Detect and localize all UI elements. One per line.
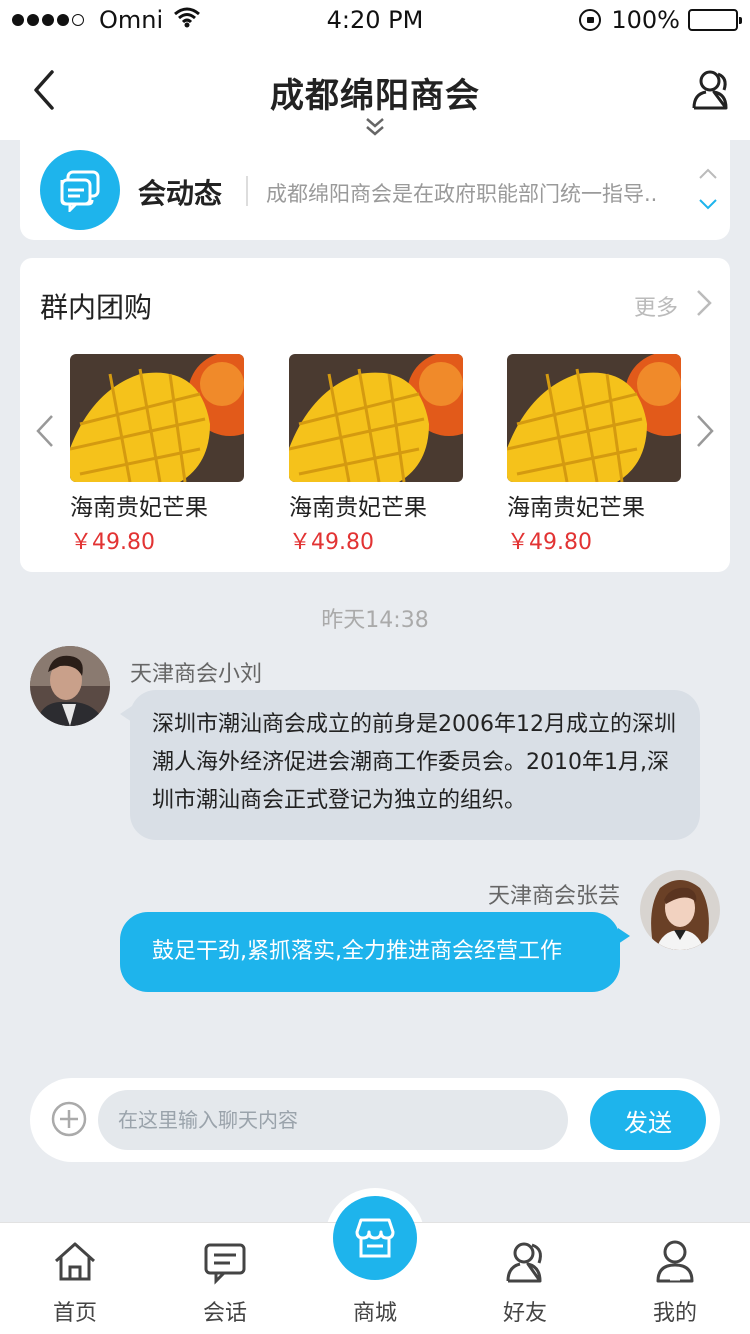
message-icon (60, 170, 100, 212)
product-image[interactable] (70, 354, 244, 482)
tab-label: 商城 (352, 1301, 397, 1326)
section-title: 群内团购 (40, 291, 153, 324)
battery-icon (688, 9, 742, 31)
battery-area: 100% (579, 6, 742, 34)
tab-label: 好友 (502, 1301, 547, 1326)
message-bubble-incoming[interactable]: 深圳市潮汕商会成立的前身是2006年12月成立的深圳潮人海外经济促进会潮商工作委… (120, 690, 700, 840)
product-image[interactable] (289, 354, 463, 482)
product-price: ￥49.80 (507, 530, 592, 555)
product-price: ￥49.80 (70, 530, 155, 555)
product-item[interactable]: 海南贵妃芒果 ￥49.80 (289, 354, 463, 556)
carousel-prev-icon[interactable] (34, 413, 56, 449)
tab-label: 首页 (52, 1301, 97, 1326)
product-name: 海南贵妃芒果 (507, 495, 645, 521)
rotation-lock-icon (579, 9, 602, 31)
product-price: ￥49.80 (289, 530, 374, 555)
avatar[interactable] (30, 646, 110, 726)
store-icon[interactable] (333, 1196, 417, 1280)
tab-label: 会话 (202, 1301, 247, 1326)
tab-home[interactable]: 首页 (0, 1223, 150, 1334)
message-bubble-outgoing[interactable]: 鼓足干劲,紧抓落实,全力推进商会经营工作 (120, 912, 630, 992)
divider (246, 176, 248, 206)
news-card[interactable]: 会动态 成都绵阳商会是在政府职能部门统一指导.. (20, 140, 730, 240)
product-name: 海南贵妃芒果 (70, 495, 208, 521)
tab-profile[interactable]: 我的 (600, 1223, 750, 1334)
sender-name: 天津商会小刘 (130, 662, 263, 687)
friends-icon (506, 1242, 542, 1283)
chat-timestamp: 昨天14:38 (321, 608, 429, 633)
chat-input-bar: 发送 (30, 1078, 720, 1162)
chevron-right-icon[interactable] (694, 288, 714, 318)
profile-icon (656, 1240, 694, 1283)
add-attachment-icon[interactable] (50, 1100, 88, 1138)
nav-bar: 成都绵阳商会 (0, 40, 750, 140)
news-text[interactable]: 成都绵阳商会是在政府职能部门统一指导.. (266, 178, 686, 208)
battery-percent: 100% (611, 6, 680, 34)
carousel-next-icon[interactable] (694, 413, 716, 449)
product-item[interactable]: 海南贵妃芒果 ￥49.80 (507, 354, 681, 556)
expand-down-icon[interactable] (363, 116, 387, 138)
product-item[interactable]: 海南贵妃芒果 ￥49.80 (70, 354, 244, 556)
news-icon-badge (40, 150, 120, 230)
send-button[interactable]: 发送 (590, 1090, 706, 1150)
avatar[interactable] (640, 870, 720, 950)
tab-label: 我的 (652, 1301, 697, 1326)
chevron-down-icon[interactable] (698, 196, 718, 210)
sender-name: 天津商会张芸 (487, 884, 620, 909)
product-image[interactable] (507, 354, 681, 482)
page-title: 成都绵阳商会 (270, 76, 480, 116)
more-link[interactable]: 更多 (634, 290, 678, 322)
chat-message-input[interactable] (98, 1090, 568, 1150)
news-label: 会动态 (138, 177, 223, 210)
tab-chat[interactable]: 会话 (150, 1223, 300, 1334)
chat-icon (204, 1243, 246, 1285)
group-members-icon[interactable] (688, 68, 732, 112)
chevron-up-icon[interactable] (698, 166, 718, 180)
product-name: 海南贵妃芒果 (289, 495, 427, 521)
group-buy-card: 群内团购 更多 海南贵妃芒果 ￥49.80 海南贵妃芒果 ￥49.80 海南贵妃… (20, 258, 730, 572)
tab-friends[interactable]: 好友 (450, 1223, 600, 1334)
status-bar: Omni 4:20 PM 100% (0, 0, 750, 40)
home-icon (54, 1242, 96, 1281)
